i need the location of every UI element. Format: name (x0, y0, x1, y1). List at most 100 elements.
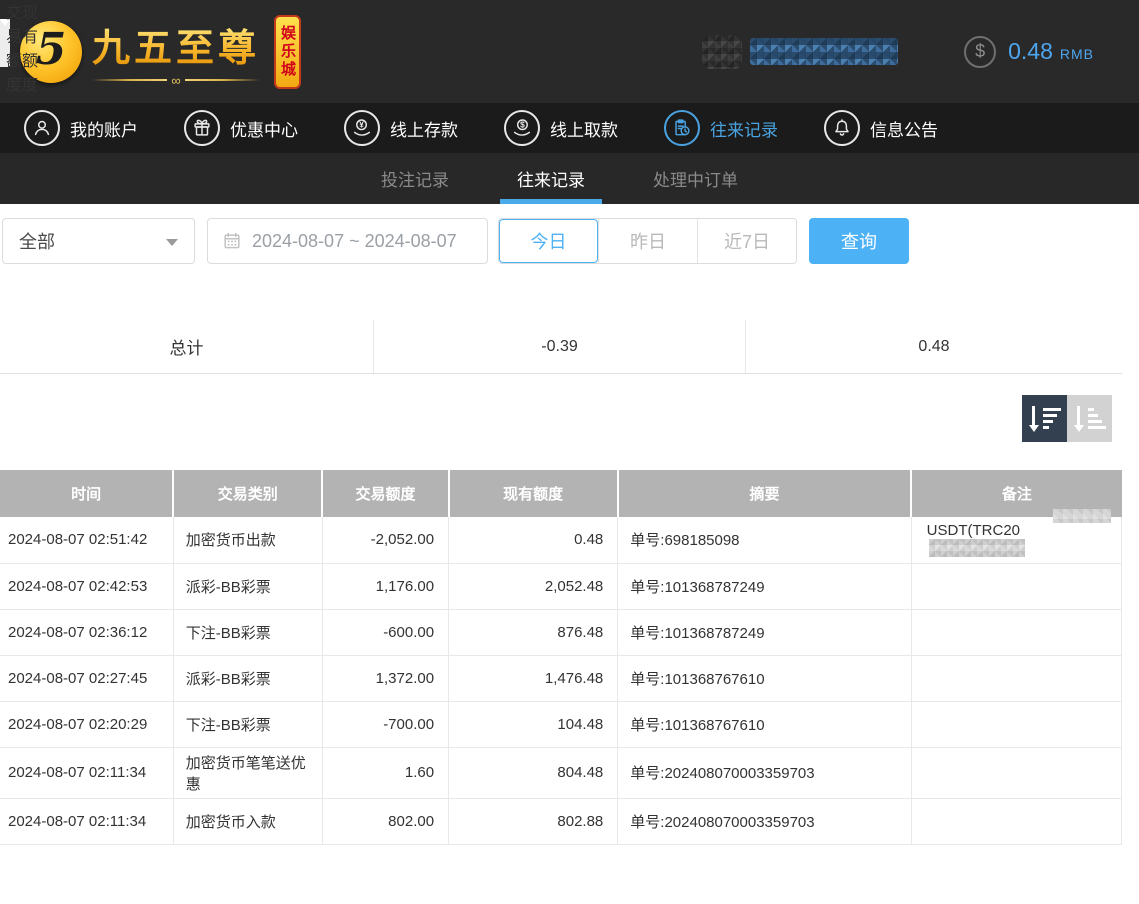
cell-note (911, 563, 1121, 609)
cell-balance: 1,476.48 (449, 655, 618, 701)
summary-header-trade: 交易额度 (5, 0, 22, 95)
summary-header-row: 交易额度 现有额度 (0, 19, 10, 67)
summary-total-label: 总计 (0, 334, 373, 359)
cell-balance: 104.48 (449, 701, 618, 747)
balance-display: 0.48 RMB (1008, 38, 1094, 65)
type-select-value: 全部 (19, 228, 55, 254)
header-type: 交易类别 (173, 470, 322, 517)
summary-table: 交易额度 现有额度 总计 -0.39 0.48 (0, 320, 1122, 374)
cell-amount: -2,052.00 (322, 517, 448, 563)
cell-type: 派彩-BB彩票 (173, 655, 322, 701)
note-text: USDT(TRC20 (927, 522, 1020, 539)
svg-text:$: $ (520, 120, 525, 129)
note-redacted-block (929, 539, 1025, 557)
cell-note: USDT(TRC20 (911, 517, 1121, 563)
cell-time: 2024-08-07 02:20:29 (0, 701, 173, 747)
header-amount: 交易额度 (322, 470, 448, 517)
cell-note (911, 701, 1121, 747)
records-clipboard-clock-icon (664, 110, 700, 146)
cell-summary: 单号:101368767610 (618, 655, 911, 701)
cell-summary: 单号:698185098 (618, 517, 911, 563)
nav-label: 信息公告 (870, 116, 938, 141)
last-7-days-button[interactable]: 近7日 (697, 219, 796, 263)
tab-pending-orders[interactable]: 处理中订单 (639, 153, 752, 204)
cell-time: 2024-08-07 02:27:45 (0, 655, 173, 701)
cell-amount: 1.60 (322, 747, 448, 798)
cell-summary: 单号:202408070003359703 (618, 798, 911, 844)
filter-bar: 全部 2024-08-07 ~ 2024-08-07 今日 昨日 近7日 查询 (0, 204, 1139, 264)
sort-ascending-button[interactable] (1067, 395, 1112, 442)
cell-amount: 1,372.00 (322, 655, 448, 701)
user-icon (24, 110, 60, 146)
nav-label: 优惠中心 (230, 116, 298, 141)
cell-time: 2024-08-07 02:42:53 (0, 563, 173, 609)
cell-balance: 876.48 (449, 609, 618, 655)
main-nav: 我的账户 优惠中心 ¥ 线上存款 $ 线上取款 往来记录 信息公告 (0, 103, 1139, 153)
yesterday-button[interactable]: 昨日 (598, 219, 697, 263)
table-row: 2024-08-07 02:27:45 派彩-BB彩票 1,372.00 1,4… (0, 655, 1122, 701)
tab-transaction-records[interactable]: 往来记录 (503, 153, 599, 204)
nav-item-withdraw[interactable]: $ 线上取款 (504, 110, 618, 146)
tab-label: 投注记录 (381, 166, 449, 191)
table-row: 2024-08-07 02:42:53 派彩-BB彩票 1,176.00 2,0… (0, 563, 1122, 609)
nav-item-promotions[interactable]: 优惠中心 (184, 110, 298, 146)
cell-balance: 804.48 (449, 747, 618, 798)
nav-item-announcements[interactable]: 信息公告 (824, 110, 938, 146)
brand-logo[interactable]: 5 九五至尊 ∞ 娱乐城 (20, 15, 301, 89)
bell-icon (824, 110, 860, 146)
cell-type: 下注-BB彩票 (173, 701, 322, 747)
tab-label: 往来记录 (517, 166, 585, 191)
cell-type: 加密货币入款 (173, 798, 322, 844)
balance-currency: RMB (1060, 46, 1094, 62)
calendar-icon (222, 231, 242, 251)
sort-controls (0, 395, 1122, 442)
cell-time: 2024-08-07 02:36:12 (0, 609, 173, 655)
cell-note (911, 609, 1121, 655)
tab-bet-records[interactable]: 投注记录 (367, 153, 463, 204)
balance-amount: 0.48 (1008, 38, 1053, 65)
search-button[interactable]: 查询 (809, 218, 909, 264)
nav-item-my-account[interactable]: 我的账户 (24, 110, 138, 146)
type-select[interactable]: 全部 (2, 218, 195, 264)
nav-label: 线上存款 (390, 116, 458, 141)
table-row: 2024-08-07 02:11:34 加密货币入款 802.00 802.88… (0, 798, 1122, 844)
nav-label: 线上取款 (550, 116, 618, 141)
tab-label: 处理中订单 (653, 166, 738, 191)
sort-descending-icon (1029, 406, 1039, 432)
cell-amount: 1,176.00 (322, 563, 448, 609)
table-row: 2024-08-07 02:51:42 加密货币出款 -2,052.00 0.4… (0, 517, 1122, 563)
cell-balance: 802.88 (449, 798, 618, 844)
date-range-input[interactable]: 2024-08-07 ~ 2024-08-07 (207, 218, 488, 264)
user-avatar[interactable] (702, 35, 742, 69)
brand-name: 九五至尊 (92, 17, 260, 72)
nav-item-transaction-records[interactable]: 往来记录 (664, 110, 778, 146)
header-summary: 摘要 (618, 470, 911, 517)
svg-text:¥: ¥ (359, 120, 364, 129)
table-row: 2024-08-07 02:36:12 下注-BB彩票 -600.00 876.… (0, 609, 1122, 655)
nav-item-deposit[interactable]: ¥ 线上存款 (344, 110, 458, 146)
brand-badge: 娱乐城 (274, 15, 301, 89)
brand-flourish: ∞ (92, 74, 260, 87)
summary-trade-total: -0.39 (373, 320, 745, 373)
nav-label: 我的账户 (70, 116, 138, 141)
cell-amount: -700.00 (322, 701, 448, 747)
cell-time: 2024-08-07 02:11:34 (0, 798, 173, 844)
note-redacted-block-top (1053, 509, 1111, 523)
summary-header-balance: 现有额度 (22, 0, 38, 95)
today-button[interactable]: 今日 (499, 219, 598, 263)
table-row: 2024-08-07 02:11:34 加密货币笔笔送优惠 1.60 804.4… (0, 747, 1122, 798)
date-range-value: 2024-08-07 ~ 2024-08-07 (252, 231, 457, 252)
cell-note (911, 655, 1121, 701)
cell-type: 加密货币笔笔送优惠 (173, 747, 322, 798)
cell-summary: 单号:202408070003359703 (618, 747, 911, 798)
transactions-table: 时间 交易类别 交易额度 现有额度 摘要 备注 2024-08-07 02:51… (0, 470, 1122, 845)
chevron-down-icon (166, 239, 178, 246)
summary-balance-total: 0.48 (745, 320, 1122, 373)
sort-descending-button[interactable] (1022, 395, 1067, 442)
cell-amount: -600.00 (322, 609, 448, 655)
cell-type: 派彩-BB彩票 (173, 563, 322, 609)
table-row: 2024-08-07 02:20:29 下注-BB彩票 -700.00 104.… (0, 701, 1122, 747)
header-balance: 现有额度 (449, 470, 618, 517)
dollar-coin-icon: $ (964, 36, 996, 68)
cell-balance: 2,052.48 (449, 563, 618, 609)
